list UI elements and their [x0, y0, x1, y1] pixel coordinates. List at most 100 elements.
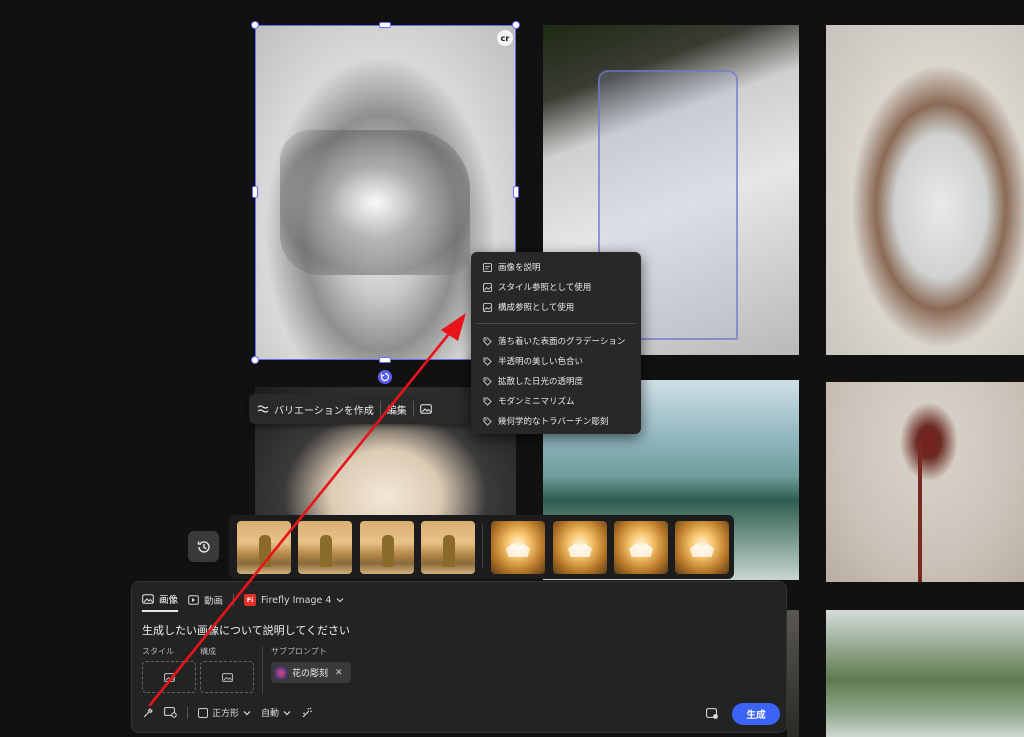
resize-handle-top-right[interactable] — [512, 21, 520, 29]
generate-button[interactable]: 生成 — [732, 703, 780, 725]
menu-item-style-reference[interactable]: スタイル参照として使用 — [471, 277, 641, 297]
resize-handle-left[interactable] — [252, 186, 258, 198]
thumb-figure — [259, 535, 271, 567]
tab-label: 画像 — [159, 595, 179, 606]
history-button[interactable] — [188, 531, 219, 562]
model-select[interactable]: Fi Firefly Image 4 — [244, 594, 344, 610]
image-add-icon — [221, 672, 233, 682]
tab-label: 動画 — [204, 596, 224, 607]
menu-item-label: 落ち着いた表面のグラデーション — [498, 337, 626, 347]
edit-label: 編集 — [386, 405, 407, 417]
thumbnail-woman-desert[interactable] — [421, 521, 475, 574]
gallery-image-partial[interactable] — [787, 610, 799, 737]
menu-item-tag[interactable]: 拡散した日光の透明度 — [471, 371, 641, 391]
thumbnail-woman-desert[interactable] — [360, 521, 414, 574]
menu-item-tag[interactable]: 幾何学的なトラバーチン彫刻 — [471, 411, 641, 431]
aspect-ratio-select[interactable]: 正方形 — [198, 706, 251, 719]
chevron-down-icon — [243, 710, 251, 715]
image-settings-icon[interactable] — [164, 707, 177, 718]
toolbar-divider — [379, 401, 381, 417]
thumb-figure — [382, 535, 394, 567]
toolbar-divider — [412, 401, 414, 417]
thumbnail-crystal-desert[interactable] — [614, 521, 668, 574]
thumb-gem — [568, 543, 592, 557]
tab-video[interactable]: 動画 — [188, 593, 223, 611]
thumbnail-woman-desert[interactable] — [298, 521, 352, 574]
reference-divider — [262, 646, 263, 694]
thumb-figure — [443, 535, 455, 567]
firefly-logo-icon: Fi — [244, 594, 257, 606]
menu-item-label: 構成参照として使用 — [498, 303, 575, 313]
thumbnail-crystal-desert[interactable] — [491, 521, 545, 574]
resize-handle-bottom[interactable] — [379, 357, 391, 363]
thumb-gem — [506, 543, 530, 557]
tag-icon — [483, 336, 492, 346]
menu-item-composition-reference[interactable]: 構成参照として使用 — [471, 297, 641, 317]
thumbnail-woman-desert[interactable] — [237, 521, 291, 574]
square-icon — [198, 707, 208, 718]
composition-reference-dropzone[interactable] — [200, 661, 254, 693]
tabs-divider — [233, 594, 235, 606]
model-label: Firefly Image 4 — [261, 594, 332, 606]
menu-item-tag[interactable]: モダンミニマリズム — [471, 391, 641, 411]
variations-icon — [257, 405, 269, 413]
resize-handle-right[interactable] — [513, 186, 519, 198]
aspect-ratio-label: 正方形 — [212, 709, 240, 719]
mode-tabs: 画像 動画 Fi Firefly Image 4 — [142, 592, 344, 612]
resize-handle-top-left[interactable] — [251, 21, 259, 29]
flower-stem — [918, 442, 922, 582]
close-icon[interactable]: ✕ — [335, 668, 343, 678]
resize-handle-bottom-left[interactable] — [251, 356, 259, 364]
thumb-figure — [320, 535, 332, 567]
tag-icon — [483, 416, 492, 426]
effects-icon[interactable] — [301, 707, 314, 719]
image-icon — [420, 404, 432, 414]
thumbnail-crystal-desert[interactable] — [675, 521, 729, 574]
content-type-label: 自動 — [261, 709, 280, 719]
generated-thumbnails-strip — [229, 515, 734, 579]
tag-icon — [483, 356, 492, 366]
credits-icon[interactable] — [706, 708, 719, 720]
chevron-down-icon — [283, 710, 291, 715]
create-variations-label: バリエーションを作成 — [274, 405, 374, 417]
subprompt-label: サブプロンプト — [271, 647, 327, 656]
video-icon — [188, 595, 199, 605]
image-action-toolbar: バリエーションを作成 編集 — [249, 394, 471, 424]
gallery-image-flower[interactable] — [826, 382, 1024, 582]
gallery-image-glass-cup[interactable] — [826, 25, 1024, 355]
rotate-icon[interactable] — [378, 370, 392, 384]
menu-item-label: 幾何学的なトラバーチン彫刻 — [498, 417, 609, 427]
thumbnail-group-divider — [482, 525, 483, 569]
subprompt-thumbnail — [275, 666, 287, 679]
content-credentials-icon[interactable]: cr — [497, 30, 513, 46]
content-type-select[interactable]: 自動 — [261, 706, 291, 719]
composition-reference-label: 構成 — [200, 647, 216, 656]
menu-item-label: 半透明の美しい色合い — [498, 357, 584, 367]
eyedropper-icon[interactable] — [142, 707, 154, 719]
image-icon — [142, 594, 154, 604]
gallery-image-garden[interactable] — [826, 610, 1024, 737]
tag-icon — [483, 376, 492, 386]
prompt-input[interactable]: 生成したい画像について説明してください — [142, 622, 350, 638]
thumbnail-crystal-desert[interactable] — [553, 521, 607, 574]
style-reference-icon — [483, 282, 492, 292]
settings-divider — [187, 706, 188, 719]
tab-image[interactable]: 画像 — [142, 592, 179, 612]
prompt-panel: 画像 動画 Fi Firefly Image 4 生成したい画像について説明して… — [131, 581, 787, 733]
resize-handle-top[interactable] — [379, 22, 391, 28]
menu-divider — [477, 323, 635, 324]
style-reference-dropzone[interactable] — [142, 661, 196, 693]
menu-item-describe-image[interactable]: 画像を説明 — [471, 257, 641, 277]
edit-button[interactable]: 編集 — [387, 402, 407, 417]
create-variations-button[interactable]: バリエーションを作成 — [257, 402, 374, 417]
thumb-gem — [629, 543, 653, 557]
menu-item-label: モダンミニマリズム — [498, 397, 575, 407]
menu-item-tag[interactable]: 半透明の美しい色合い — [471, 351, 641, 371]
thumb-gem — [690, 543, 714, 557]
image-options-button[interactable] — [420, 404, 432, 414]
subprompt-chip[interactable]: 花の彫刻 ✕ — [271, 662, 351, 683]
chevron-down-icon — [337, 598, 344, 603]
tag-icon — [483, 396, 492, 406]
image-add-icon — [163, 672, 175, 682]
menu-item-tag[interactable]: 落ち着いた表面のグラデーション — [471, 331, 641, 351]
